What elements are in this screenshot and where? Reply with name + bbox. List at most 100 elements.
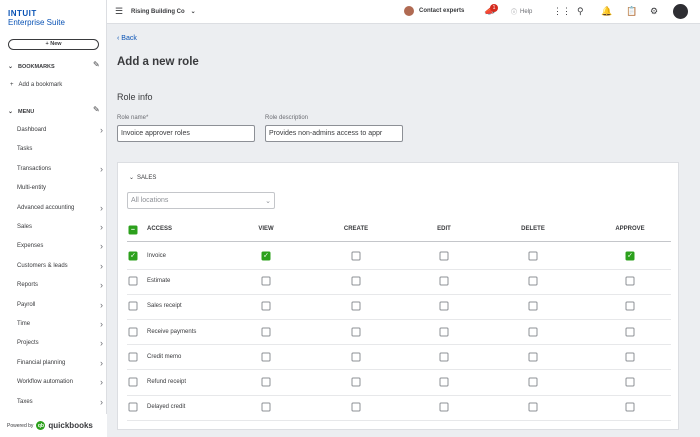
access-checkbox[interactable] — [128, 377, 138, 387]
company-switcher[interactable]: Rising Building Co ⌄ — [131, 8, 196, 16]
sidebar-item-sales[interactable]: Sales › — [17, 223, 103, 232]
sidebar-item-label: Time — [17, 321, 31, 327]
user-avatar[interactable] — [673, 4, 688, 19]
hamburger-menu-icon[interactable]: ☰ — [115, 6, 123, 17]
role-name-input[interactable]: Invoice approver roles — [117, 125, 255, 142]
bookmarks-toggle[interactable]: ⌄ BOOKMARKS — [8, 63, 55, 71]
permission-row-label: Refund receipt — [147, 379, 187, 385]
delete-checkbox[interactable] — [528, 276, 538, 286]
gear-icon[interactable]: ⚙ — [650, 6, 658, 17]
view-checkbox[interactable] — [261, 402, 271, 412]
sales-group-toggle[interactable]: ⌄ SALES — [129, 174, 156, 182]
approve-checkbox[interactable] — [625, 327, 635, 337]
sidebar-item-taxes[interactable]: Taxes › — [17, 397, 103, 406]
access-checkbox[interactable] — [128, 402, 138, 412]
column-header-approve: APPROVE — [615, 226, 645, 232]
create-checkbox[interactable] — [351, 377, 361, 387]
create-checkbox[interactable] — [351, 402, 361, 412]
edit-checkbox[interactable] — [439, 377, 449, 387]
add-bookmark-link[interactable]: + Add a bookmark — [10, 82, 62, 88]
help-button[interactable]: ⓘ Help — [511, 7, 532, 17]
view-checkbox[interactable] — [261, 377, 271, 387]
access-checkbox[interactable] — [128, 327, 138, 337]
chevron-right-icon: › — [100, 299, 103, 310]
new-button-label: New — [50, 41, 62, 47]
clipboard-icon[interactable]: 📋 — [626, 6, 637, 17]
sidebar-item-reports[interactable]: Reports › — [17, 281, 103, 290]
create-checkbox[interactable] — [351, 251, 361, 261]
edit-checkbox[interactable] — [439, 327, 449, 337]
chevron-left-icon: ‹ — [117, 35, 120, 42]
sidebar-item-label: Taxes — [17, 398, 33, 405]
edit-checkbox[interactable] — [439, 402, 449, 412]
delete-checkbox[interactable] — [528, 402, 538, 412]
sidebar-item-label: Multi-entity — [17, 185, 47, 192]
contact-experts-button[interactable]: Contact experts — [404, 6, 464, 16]
edit-checkbox[interactable] — [439, 276, 449, 286]
search-icon[interactable]: ⚲ — [577, 6, 584, 17]
edit-checkbox[interactable] — [439, 251, 449, 261]
delete-checkbox[interactable] — [528, 352, 538, 362]
help-circle-icon: ⓘ — [511, 10, 518, 16]
approve-checkbox[interactable] — [625, 377, 635, 387]
edit-checkbox[interactable] — [439, 301, 449, 311]
sidebar-item-advanced-accounting[interactable]: Advanced accounting › — [17, 202, 103, 213]
sidebar-item-dashboard[interactable]: Dashboard › — [17, 125, 103, 135]
bell-icon[interactable]: 🔔 — [601, 6, 612, 17]
approve-checkbox[interactable]: ✓ — [625, 251, 635, 261]
sidebar-item-label: Workflow automation — [17, 379, 73, 386]
create-checkbox[interactable] — [351, 276, 361, 286]
back-link[interactable]: ‹ Back — [117, 35, 137, 42]
view-checkbox[interactable] — [261, 352, 271, 362]
sidebar-item-workflow-automation[interactable]: Workflow automation › — [17, 378, 103, 387]
sidebar-item-label: Financial planning — [17, 359, 66, 366]
locations-select[interactable]: All locations ⌄ — [127, 192, 275, 209]
sidebar-item-label: Sales — [17, 224, 33, 230]
access-checkbox[interactable] — [128, 352, 138, 362]
delete-checkbox[interactable] — [528, 377, 538, 387]
sidebar-item-expenses[interactable]: Expenses › — [17, 242, 103, 251]
column-header-delete: DELETE — [521, 226, 545, 232]
delete-checkbox[interactable] — [528, 301, 538, 311]
role-description-input[interactable]: Provides non-admins access to appr — [265, 125, 403, 142]
powered-by-footer: Powered by qb quickbooks — [0, 414, 107, 437]
locations-select-value: All locations — [131, 197, 169, 204]
access-checkbox[interactable]: ✓ — [128, 251, 138, 261]
delete-checkbox[interactable] — [528, 251, 538, 261]
approve-checkbox[interactable] — [625, 352, 635, 362]
create-checkbox[interactable] — [351, 352, 361, 362]
view-checkbox[interactable] — [261, 327, 271, 337]
intuit-logo: INTUIT — [8, 9, 37, 18]
chevron-right-icon: › — [100, 125, 103, 135]
access-checkbox[interactable] — [128, 301, 138, 311]
row-divider — [127, 419, 671, 421]
access-checkbox[interactable] — [128, 276, 138, 286]
view-checkbox[interactable]: ✓ — [261, 251, 271, 261]
chevron-right-icon: › — [100, 202, 103, 213]
view-checkbox[interactable] — [261, 301, 271, 311]
create-checkbox[interactable] — [351, 301, 361, 311]
view-checkbox[interactable] — [261, 276, 271, 286]
sidebar-item-tasks[interactable]: Tasks — [17, 146, 103, 152]
approve-checkbox[interactable] — [625, 276, 635, 286]
edit-checkbox[interactable] — [439, 352, 449, 362]
approve-checkbox[interactable] — [625, 301, 635, 311]
sidebar-item-projects[interactable]: Projects › — [17, 339, 103, 348]
edit-bookmarks-pencil-icon[interactable]: ✎ — [93, 60, 100, 69]
enterprise-suite-label: Enterprise Suite — [8, 18, 65, 27]
approve-checkbox[interactable] — [625, 402, 635, 412]
new-button[interactable]: + New — [8, 39, 99, 50]
menu-toggle[interactable]: ⌄ MENU — [8, 108, 34, 116]
apps-grid-icon[interactable]: ⋮⋮ — [553, 6, 571, 17]
sidebar-item-financial-planning[interactable]: Financial planning › — [17, 358, 103, 367]
sidebar-item-customers-leads[interactable]: Customers & leads › — [17, 261, 103, 270]
select-all-checkbox[interactable]: – — [128, 225, 138, 235]
edit-menu-pencil-icon[interactable]: ✎ — [93, 105, 100, 114]
sidebar-item-time[interactable]: Time › — [17, 320, 103, 329]
column-header-edit: EDIT — [437, 226, 451, 232]
sidebar-item-multi-entity[interactable]: Multi-entity — [17, 185, 103, 191]
create-checkbox[interactable] — [351, 327, 361, 337]
delete-checkbox[interactable] — [528, 327, 538, 337]
sidebar-item-transactions[interactable]: Transactions › — [17, 164, 103, 173]
sidebar-item-payroll[interactable]: Payroll › — [17, 299, 103, 310]
